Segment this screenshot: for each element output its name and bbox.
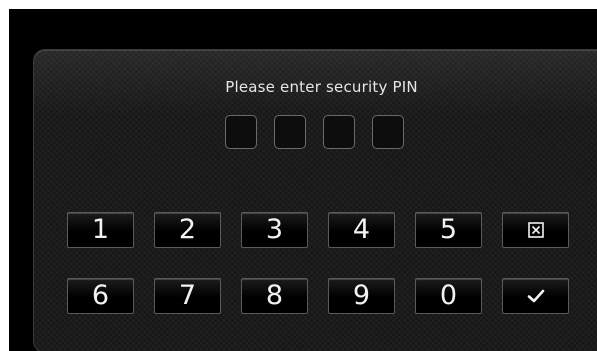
key-2-button[interactable]: 2 — [154, 212, 221, 248]
key-5-button[interactable]: 5 — [415, 212, 482, 248]
pin-dialog: Please enter security PIN 1 2 3 4 5 6 7 … — [33, 49, 597, 351]
key-8-button[interactable]: 8 — [241, 278, 308, 314]
screen: Please enter security PIN 1 2 3 4 5 6 7 … — [9, 9, 597, 351]
key-0-button[interactable]: 0 — [415, 278, 482, 314]
clear-button[interactable] — [502, 212, 569, 248]
pin-digit-box — [323, 115, 355, 149]
clear-x-box-icon — [527, 222, 544, 238]
pin-entry-boxes — [225, 115, 404, 149]
pin-digit-box — [372, 115, 404, 149]
confirm-button[interactable] — [502, 278, 569, 314]
pin-prompt: Please enter security PIN — [225, 78, 418, 96]
pin-digit-box — [225, 115, 257, 149]
key-4-button[interactable]: 4 — [328, 212, 395, 248]
key-9-button[interactable]: 9 — [328, 278, 395, 314]
pin-digit-box — [274, 115, 306, 149]
key-7-button[interactable]: 7 — [154, 278, 221, 314]
key-3-button[interactable]: 3 — [241, 212, 308, 248]
checkmark-icon — [527, 289, 544, 303]
key-1-button[interactable]: 1 — [67, 212, 134, 248]
key-6-button[interactable]: 6 — [67, 278, 134, 314]
